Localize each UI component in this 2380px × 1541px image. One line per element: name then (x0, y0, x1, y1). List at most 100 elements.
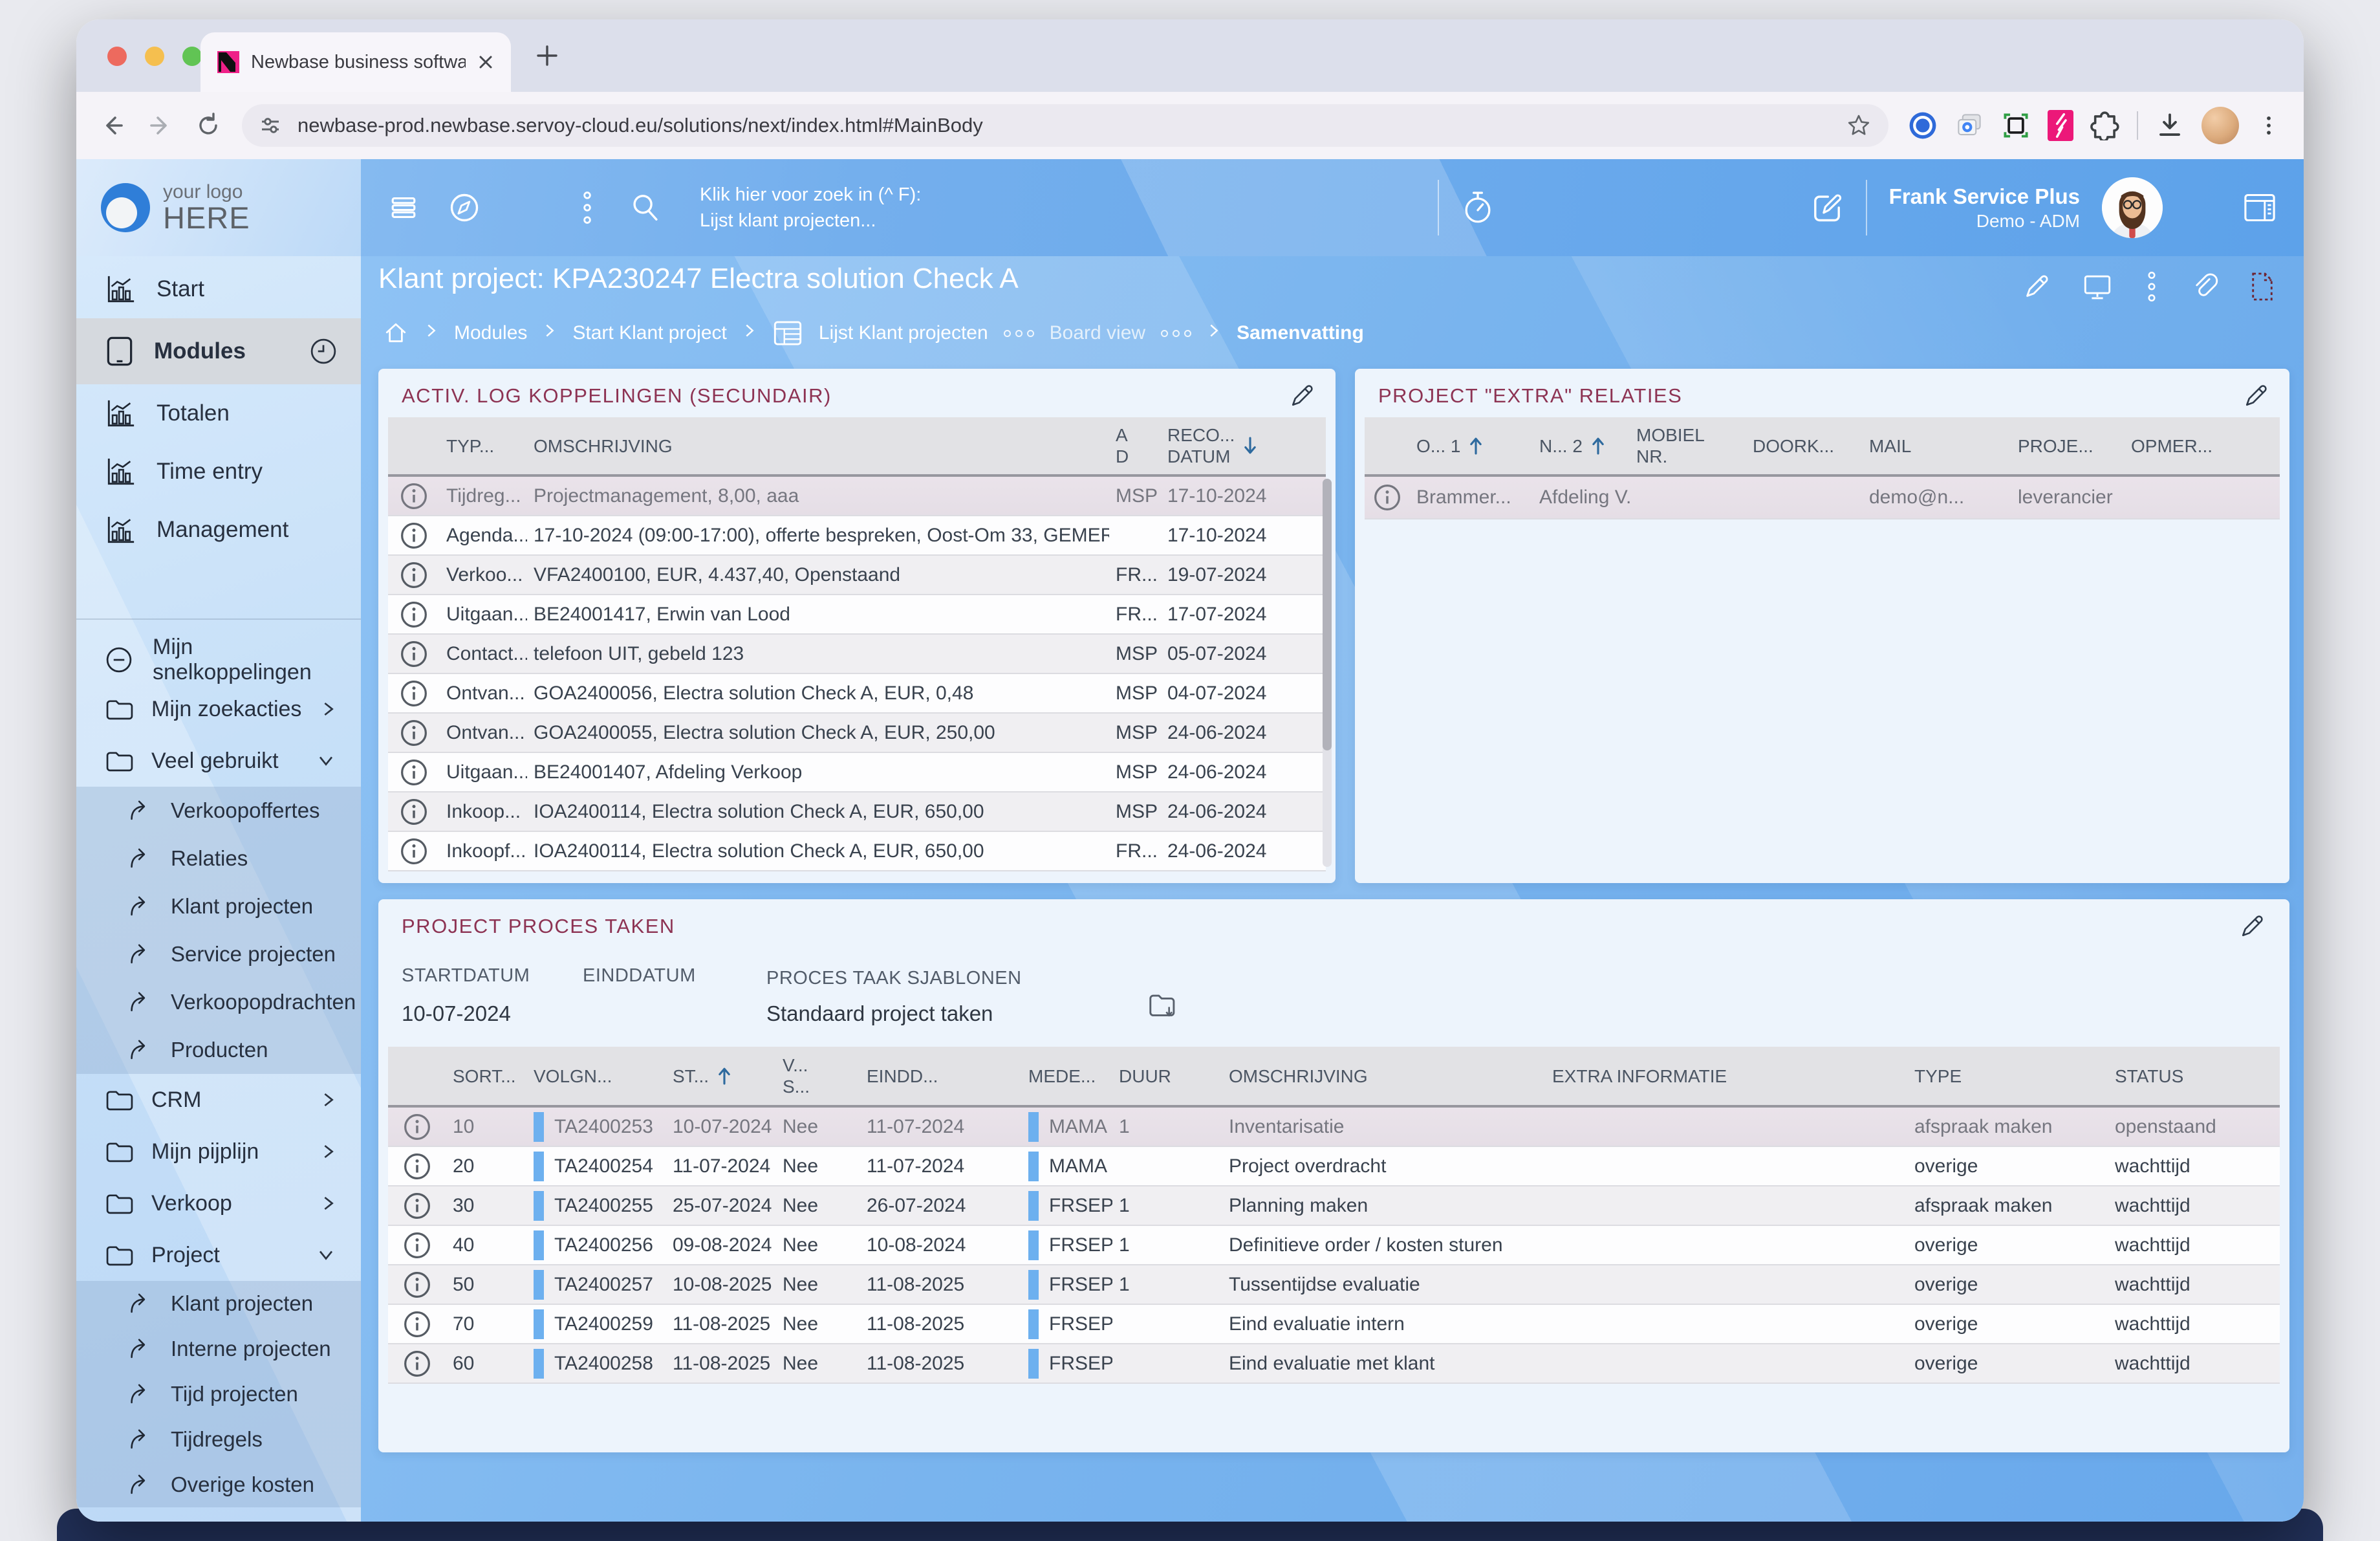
info-icon[interactable] (388, 1192, 446, 1220)
startdatum-value[interactable]: 10-07-2024 (402, 1001, 511, 1026)
column-reco-datum[interactable]: RECO... DATUM (1161, 424, 1326, 467)
info-icon[interactable] (388, 679, 440, 708)
browser-menu-icon[interactable] (2256, 113, 2282, 138)
new-tab-button[interactable] (533, 41, 561, 73)
info-icon[interactable] (388, 1113, 446, 1141)
table-row[interactable]: Ontvan... GOA2400055, Electra solution C… (388, 714, 1326, 753)
sidebar-subitem[interactable]: Service projecten (76, 930, 361, 978)
reload-icon[interactable] (194, 111, 222, 140)
table-row[interactable]: 20 TA2400254 11-07-2024 Nee 11-07-2024 M… (388, 1147, 2280, 1186)
table-row[interactable]: Inkoopf... IOA2400114, Electra solution … (388, 832, 1326, 871)
minimize-window-button[interactable] (145, 47, 164, 66)
table-row[interactable]: 70 TA2400259 11-08-2025 Nee 11-08-2025 F… (388, 1305, 2280, 1344)
collapse-minus-icon[interactable] (105, 646, 133, 674)
sidebar-subitem[interactable]: Producten (76, 1026, 361, 1074)
logo-zone[interactable]: your logo HERE (76, 159, 361, 256)
info-icon[interactable] (388, 798, 440, 826)
info-icon[interactable] (388, 1152, 446, 1181)
sidebar-subitem[interactable]: Tijd projecten (76, 1372, 361, 1417)
user-info[interactable]: Frank Service Plus Demo - ADM (1889, 183, 2080, 232)
column-status[interactable]: STATUS (2108, 1066, 2280, 1087)
sidebar-shortcuts-header[interactable]: Mijn snelkoppelingen (76, 637, 361, 683)
sidebar-subitem[interactable]: Klant projecten (76, 882, 361, 930)
sidebar-item-time-entry[interactable]: Time entry (76, 443, 361, 501)
copy-template-icon[interactable] (1147, 990, 1180, 1022)
sidebar-subitem[interactable]: Interne projecten (76, 1326, 361, 1372)
column-mail[interactable]: MAIL (1863, 435, 2011, 457)
extensions-puzzle-icon[interactable] (2090, 111, 2120, 140)
table-row[interactable]: Uitgaan... BE24001417, Erwin van Lood FR… (388, 595, 1326, 635)
info-icon[interactable] (388, 561, 440, 589)
compose-icon[interactable] (1810, 191, 1844, 224)
menu-list-icon[interactable] (388, 192, 419, 223)
profiles-extension-icon[interactable] (1954, 111, 1984, 140)
zoom-window-button[interactable] (182, 47, 202, 66)
table-row[interactable]: 60 TA2400258 11-08-2025 Nee 11-08-2025 F… (388, 1344, 2280, 1384)
sidebar-subitem[interactable]: Klant projecten (76, 1281, 361, 1326)
table-row[interactable]: Uitgaan... BE24001407, Afdeling Verkoop … (388, 753, 1326, 792)
column-proje[interactable]: PROJE... (2011, 435, 2125, 457)
document-dashed-icon[interactable] (2249, 270, 2275, 303)
password-manager-icon[interactable] (1908, 111, 1938, 140)
sidebar-group-crm[interactable]: CRM (76, 1074, 361, 1126)
column-o1[interactable]: O... 1 (1410, 435, 1533, 457)
column-typ[interactable]: TYP... (440, 435, 527, 457)
info-icon[interactable] (388, 758, 440, 787)
table-row[interactable]: Brammer... Afdeling V... demo@n... lever… (1365, 477, 2280, 519)
pink-s-extension-icon[interactable] (2048, 110, 2073, 141)
sidebar-subitem[interactable]: Overige kosten (76, 1462, 361, 1507)
monitor-icon[interactable] (2081, 272, 2114, 301)
kebab-menu-icon[interactable] (574, 190, 600, 226)
breadcrumb-start-klant-project[interactable]: Start Klant project (572, 322, 726, 344)
table-view-icon[interactable] (772, 320, 803, 347)
column-sort[interactable]: SORT... (446, 1066, 527, 1087)
table-row[interactable]: 10 TA2400253 10-07-2024 Nee 11-07-2024 M… (388, 1108, 2280, 1147)
breadcrumb-modules[interactable]: Modules (454, 322, 527, 344)
recent-clock-icon[interactable] (309, 337, 338, 366)
screenshot-extension-icon[interactable] (2001, 111, 2031, 140)
more-options-icon[interactable] (2143, 270, 2160, 303)
search-icon[interactable] (629, 191, 662, 224)
breadcrumb-board-view[interactable]: Board view (1050, 322, 1145, 344)
table-header[interactable]: TYP... OMSCHRIJVING A D RECO... DATUM (388, 417, 1326, 477)
bookmark-star-icon[interactable] (1846, 113, 1872, 138)
site-settings-icon[interactable] (259, 114, 282, 137)
breadcrumb-lijst-klant-projecten[interactable]: Lijst Klant projecten (819, 322, 988, 344)
column-duur[interactable]: DUUR (1112, 1066, 1222, 1087)
close-window-button[interactable] (107, 47, 127, 66)
column-omschrijving[interactable]: OMSCHRIJVING (527, 435, 1109, 457)
info-icon[interactable] (388, 1350, 446, 1378)
edit-pencil-icon[interactable] (2022, 272, 2051, 301)
sidebar-item-management[interactable]: Management (76, 501, 361, 559)
column-eindd[interactable]: EINDD... (860, 1066, 1022, 1087)
sidebar-group-verkoop[interactable]: Verkoop (76, 1177, 361, 1229)
sidebar-item-start[interactable]: Start (76, 260, 361, 318)
info-icon[interactable] (388, 482, 440, 510)
sidebar-subitem[interactable]: Verkoopopdrachten (76, 978, 361, 1026)
scrollbar[interactable] (1323, 479, 1332, 867)
home-icon[interactable] (383, 320, 409, 346)
column-extra-informatie[interactable]: EXTRA INFORMATIE (1546, 1066, 1908, 1087)
back-icon[interactable] (98, 111, 127, 140)
column-n2[interactable]: N... 2 (1533, 435, 1630, 457)
table-header[interactable]: SORT... VOLGN... ST... V... S... EINDD..… (388, 1047, 2280, 1108)
timer-icon[interactable] (1461, 190, 1495, 226)
sidebar-subitem[interactable]: Tijdregels (76, 1417, 361, 1462)
column-vs[interactable]: V... S... (776, 1055, 860, 1097)
search-field[interactable]: Klik hier voor zoek in (^ F): Lijst klan… (700, 182, 921, 234)
edit-pencil-icon[interactable] (2242, 382, 2270, 413)
sidebar-item-modules[interactable]: Modules (76, 318, 361, 384)
column-volgn[interactable]: VOLGN... (527, 1066, 666, 1087)
attachment-paperclip-icon[interactable] (2190, 272, 2220, 301)
column-type[interactable]: TYPE (1908, 1066, 2108, 1087)
column-st[interactable]: ST... (666, 1066, 776, 1087)
sidebar-subitem[interactable]: Relaties (76, 835, 361, 882)
info-icon[interactable] (388, 600, 440, 629)
compass-icon[interactable] (448, 191, 481, 224)
sidebar-item-totalen[interactable]: Totalen (76, 384, 361, 443)
column-ad[interactable]: A D (1109, 424, 1161, 467)
table-row[interactable]: 50 TA2400257 10-08-2025 Nee 11-08-2025 F… (388, 1265, 2280, 1305)
table-row[interactable]: Tijdreg... Projectmanagement, 8,00, aaa … (388, 477, 1326, 516)
table-row[interactable]: 40 TA2400256 09-08-2024 Nee 10-08-2024 F… (388, 1226, 2280, 1265)
sidebar-group-pijplijn[interactable]: Mijn pijplijn (76, 1126, 361, 1177)
